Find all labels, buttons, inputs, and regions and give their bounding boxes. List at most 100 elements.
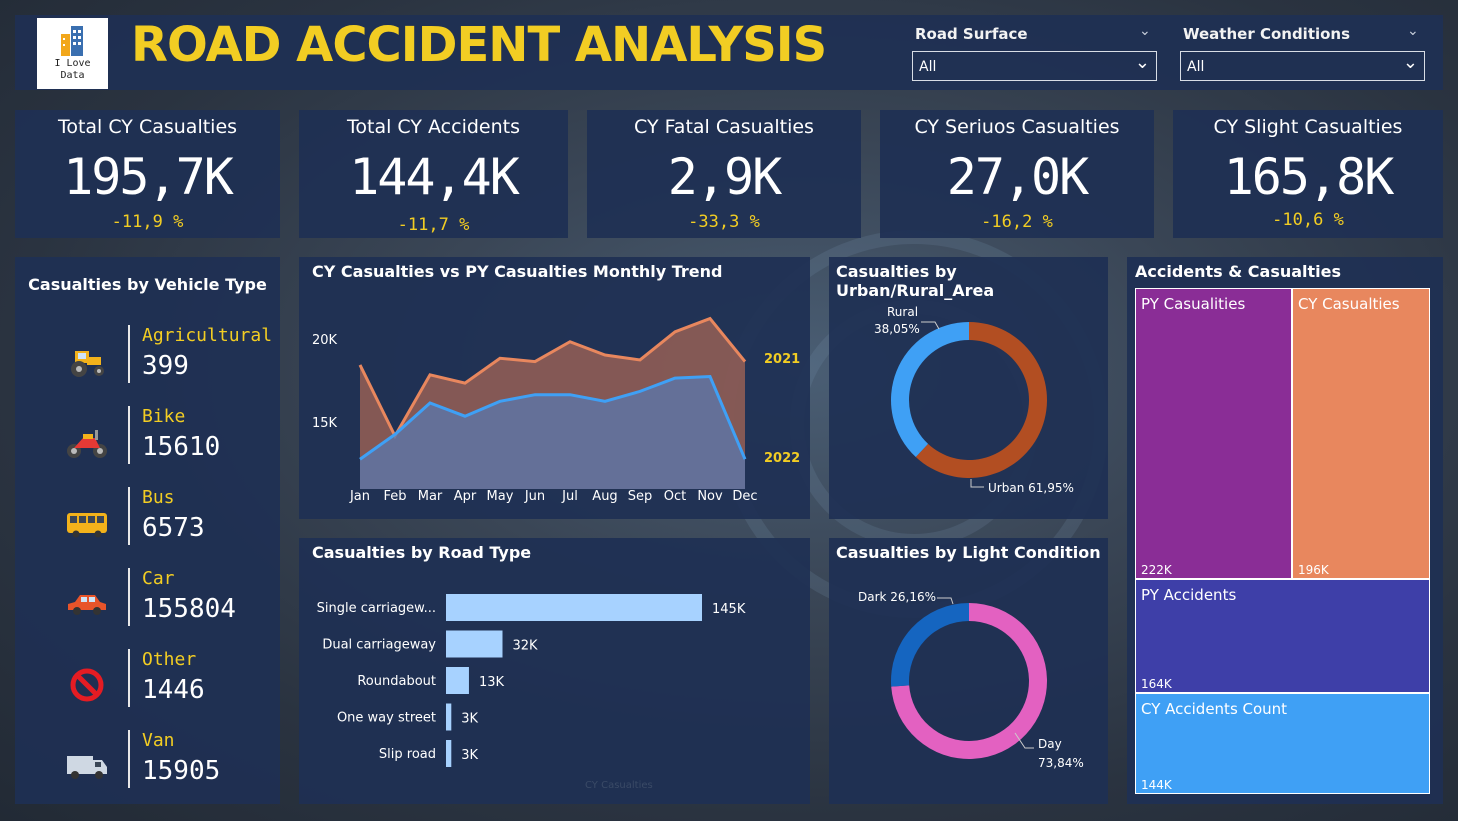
monthly-trend-chart[interactable]: 15K 20K 2021 2022 Jan Feb Mar Apr May Jun Jul Aug Se… xyxy=(299,257,810,519)
vehicle-value: 155804 xyxy=(142,594,236,624)
vehicle-name: Car xyxy=(142,568,175,589)
divider xyxy=(128,406,130,464)
divider xyxy=(128,487,130,545)
slice-pct-day: 73,84% xyxy=(1038,756,1084,770)
kpi-value: 195,7K xyxy=(63,148,234,206)
treemap-cell-cy-accidents-count[interactable]: CY Accidents Count 144K xyxy=(1135,693,1430,794)
kpi-card-total-casualties[interactable]: Total CY Casualties 195,7K -11,9 % xyxy=(15,110,280,238)
bar-value-label: 145K xyxy=(712,602,746,617)
road-surface-dropdown[interactable]: All ⌄ xyxy=(912,51,1157,81)
vehicle-value: 15610 xyxy=(142,432,221,462)
bar-category-label: Dual carriageway xyxy=(322,638,436,653)
urban-rural-panel: Casualties by Urban/Rural_Area Rural 38,0… xyxy=(829,257,1108,519)
bar-category-label: Roundabout xyxy=(357,674,436,689)
x-tick-label: Feb xyxy=(383,489,406,504)
prohibited-icon xyxy=(70,668,104,702)
kpi-delta: -11,7 % xyxy=(397,215,470,235)
kpi-card-slight-casualties[interactable]: CY Slight Casualties 165,8K -10,6 % xyxy=(1173,110,1443,238)
logo-text-1: I Love xyxy=(54,58,91,69)
vehicle-value: 399 xyxy=(142,351,189,381)
weather-conditions-label: Weather Conditions xyxy=(1183,25,1351,43)
treemap-value: 164K xyxy=(1141,677,1172,691)
road-surface-label: Road Surface xyxy=(915,25,1028,43)
kpi-delta: -10,6 % xyxy=(1272,210,1344,230)
kpi-card-serious-casualties[interactable]: CY Seriuos Casualties 27,0K -16,2 % xyxy=(880,110,1154,238)
monthly-trend-panel: CY Casualties vs PY Casualties Monthly T… xyxy=(299,257,810,519)
x-axis-title: CY Casualties xyxy=(585,780,653,791)
urban-rural-donut[interactable]: Rural 38,05% Urban 61,95% xyxy=(829,257,1108,519)
treemap-cell-py-casualties[interactable]: PY Casualities 222K xyxy=(1135,288,1292,579)
treemap-cell-py-accidents[interactable]: PY Accidents 164K xyxy=(1135,579,1430,693)
bar xyxy=(446,630,503,658)
x-tick-label: Dec xyxy=(732,489,757,504)
header-bar: I Love Data ROAD ACCIDENT ANALYSIS Road … xyxy=(15,15,1443,90)
x-tick-label: Aug xyxy=(592,489,617,504)
kpi-value: 2,9K xyxy=(667,148,782,206)
leader-line xyxy=(921,321,940,330)
kpi-title: Total CY Accidents xyxy=(347,116,520,138)
kpi-value: 27,0K xyxy=(946,148,1090,206)
bar-category-label: One way street xyxy=(337,711,436,726)
light-condition-panel: Casualties by Light Condition Dark 26,16… xyxy=(829,538,1108,804)
motorbike-icon xyxy=(67,430,107,458)
x-tick-label: Nov xyxy=(697,489,723,504)
bar xyxy=(446,667,469,694)
vehicle-type-title: Casualties by Vehicle Type xyxy=(28,275,267,294)
y-tick-label: 20K xyxy=(312,333,338,348)
bar-category-label: Slip road xyxy=(379,747,436,762)
weather-conditions-dropdown[interactable]: All ⌄ xyxy=(1180,51,1425,81)
bar-value-label: 32K xyxy=(512,639,538,654)
chevron-down-icon[interactable]: ⌄ xyxy=(1407,23,1419,39)
treemap-label: CY Accidents Count xyxy=(1141,700,1288,718)
light-condition-donut[interactable]: Dark 26,16% Day 73,84% xyxy=(829,538,1108,804)
x-tick-label: Mar xyxy=(418,489,443,504)
bar-category-label: Single carriagew... xyxy=(317,601,436,616)
vehicle-row-agricultural[interactable]: Agricultural 399 xyxy=(15,325,280,395)
van-icon xyxy=(67,756,107,779)
road-type-bar-chart[interactable]: Single carriagew... 145K Dual carriageway 3… xyxy=(299,538,810,804)
treemap-value: 196K xyxy=(1298,563,1329,577)
x-tick-label: Jun xyxy=(524,489,545,504)
y-tick-label: 15K xyxy=(312,416,338,431)
x-tick-label: Sep xyxy=(628,489,653,504)
road-type-panel: Casualties by Road Type Single carriagew… xyxy=(299,538,810,804)
treemap-label: PY Casualities xyxy=(1141,295,1246,313)
vehicle-row-car[interactable]: Car 155804 xyxy=(15,568,280,638)
vehicle-name: Bike xyxy=(142,406,186,427)
treemap-value: 222K xyxy=(1141,563,1172,577)
x-tick-label: Apr xyxy=(454,489,477,504)
kpi-title: Total CY Casualties xyxy=(57,116,238,138)
leader-line xyxy=(970,479,984,488)
accidents-casualties-title: Accidents & Casualties xyxy=(1135,262,1342,281)
vehicle-row-other[interactable]: Other 1446 xyxy=(15,649,280,719)
kpi-title: CY Fatal Casualties xyxy=(634,116,814,138)
vehicle-row-bike[interactable]: Bike 15610 xyxy=(15,406,280,476)
page-title: ROAD ACCIDENT ANALYSIS xyxy=(131,17,827,73)
kpi-value: 144,4K xyxy=(349,148,520,206)
car-icon xyxy=(68,595,106,615)
series-label: 2021 xyxy=(764,352,800,367)
vehicle-value: 1446 xyxy=(142,675,205,705)
tractor-icon xyxy=(71,351,104,377)
vehicle-row-bus[interactable]: Bus 6573 xyxy=(15,487,280,557)
kpi-title: CY Slight Casualties xyxy=(1213,116,1403,138)
slice-label-urban: Urban 61,95% xyxy=(988,481,1074,495)
treemap-value: 144K xyxy=(1141,778,1172,792)
road-surface-value: All xyxy=(919,59,937,75)
kpi-card-total-accidents[interactable]: Total CY Accidents 144,4K -11,7 % xyxy=(299,110,568,238)
kpi-card-fatal-casualties[interactable]: CY Fatal Casualties 2,9K -33,3 % xyxy=(587,110,861,238)
vehicle-name: Other xyxy=(142,649,197,670)
series-label: 2022 xyxy=(764,451,800,466)
donut-slice-rural xyxy=(891,322,969,458)
bar-value-label: 3K xyxy=(461,712,478,727)
bus-icon xyxy=(67,513,107,538)
treemap-label: CY Casualties xyxy=(1298,295,1400,313)
chevron-down-icon[interactable]: ⌄ xyxy=(1139,23,1151,39)
vehicle-row-van[interactable]: Van 15905 xyxy=(15,730,280,800)
x-tick-label: Oct xyxy=(664,489,686,504)
kpi-value: 165,8K xyxy=(1223,148,1395,206)
slice-pct-rural: 38,05% xyxy=(874,322,920,336)
treemap-cell-cy-casualties[interactable]: CY Casualties 196K xyxy=(1292,288,1430,579)
leader-line xyxy=(937,597,954,605)
bar-value-label: 13K xyxy=(479,675,505,690)
